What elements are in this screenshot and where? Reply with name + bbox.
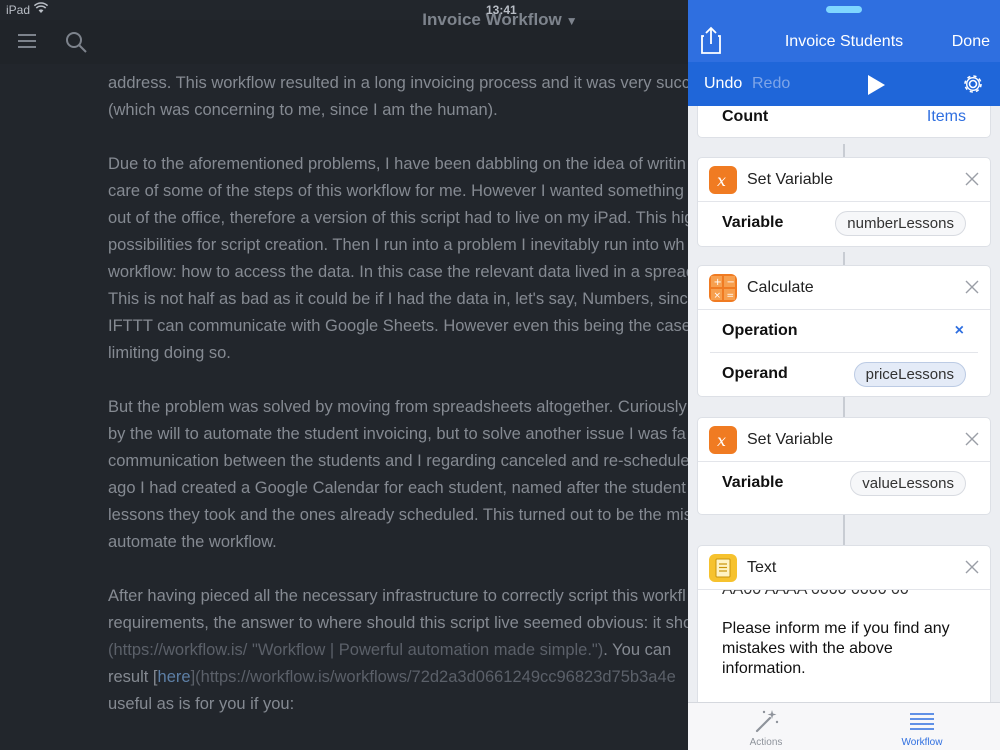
svg-text:+: + [714,277,722,288]
variable-icon: x [709,166,737,194]
action-title: Calculate [747,279,814,296]
svg-text:−: − [727,277,735,288]
text-action-card[interactable]: Text AA00 AAAA 0000 0000 00 Please infor… [698,546,990,702]
action-title: Set Variable [747,431,833,448]
count-type-selector[interactable]: Items [927,108,966,126]
clock: 13:41 [486,3,517,17]
action-title: Set Variable [747,171,833,188]
play-icon[interactable] [866,74,886,96]
set-variable-action-card[interactable]: x Set Variable Variable valueLessons [698,418,990,514]
here-link[interactable]: here [158,668,191,686]
undo-button[interactable]: Undo [704,75,742,93]
svg-text:=: = [727,291,735,301]
paragraph-1: address. This workflow resulted in a lon… [108,74,688,119]
count-action-card[interactable]: Count Items [698,106,990,137]
tab-actions-label: Actions [749,737,783,748]
connector [843,396,845,418]
set-variable-action-card[interactable]: x Set Variable Variable numberLessons [698,158,990,246]
tab-actions[interactable]: Actions [688,703,844,750]
search-icon[interactable] [64,30,88,54]
redo-button[interactable]: Redo [752,75,790,93]
markdown-link-url: (https://workflow.is/ "Workflow | Powerf… [108,641,604,659]
text-editor-field[interactable]: AA00 AAAA 0000 0000 00 Please inform me … [710,590,978,700]
paragraph-3: But the problem was solved by moving fro… [108,398,688,551]
close-icon[interactable] [964,559,980,575]
editor-pane: address. This workflow resulted in a lon… [0,0,688,750]
done-button[interactable]: Done [952,33,990,51]
paragraph-4: After having pieced all the necessary in… [108,587,688,713]
text-message: Please inform me if you find any mistake… [722,620,950,677]
variable-name-token[interactable]: numberLessons [835,211,966,236]
workflow-controls: Undo Redo [688,62,1000,106]
tab-workflow[interactable]: Workflow [844,703,1000,750]
operand-label: Operand [722,365,788,382]
close-icon[interactable] [964,431,980,447]
variable-icon: x [709,426,737,454]
variable-name-token[interactable]: valueLessons [850,471,966,496]
hamburger-menu-icon[interactable] [18,34,36,48]
document-body[interactable]: address. This workflow resulted in a lon… [108,70,688,745]
connector [843,252,845,266]
tab-bar: Actions Workflow [688,702,1000,750]
text-document-icon [709,554,737,582]
list-icon [910,713,934,730]
variable-label: Variable [722,214,784,231]
close-icon[interactable] [964,279,980,295]
operation-label: Operation [722,322,798,339]
count-label: Count [722,108,769,125]
paragraph-2: Due to the aforementioned problems, I ha… [108,155,688,362]
operation-selector[interactable]: × [955,322,964,340]
close-icon[interactable] [964,171,980,187]
magic-wand-icon [755,710,779,733]
calculator-icon: + − × = [709,274,737,302]
variable-label: Variable [722,474,784,491]
operand-token[interactable]: priceLessons [853,362,966,387]
connector [843,514,845,546]
workflow-canvas[interactable]: Count Items x Set Variable Variable numb… [688,106,1000,702]
workflow-panel: Invoice Students Done Undo Redo Count It… [688,0,1000,750]
wifi-icon [34,2,48,13]
device-label: iPad [6,3,31,17]
svg-text:x: x [717,171,726,190]
action-title: Text [747,559,777,576]
text-clipped-line: AA00 AAAA 0000 0000 00 [722,590,909,600]
calculate-action-card[interactable]: + − × = Calculate Operation × Operand pr… [698,266,990,396]
status-bar: iPad 13:41 [0,0,1000,20]
gear-icon[interactable] [962,73,984,95]
svg-text:x: x [717,431,726,450]
tab-workflow-label: Workflow [901,737,943,748]
svg-text:×: × [714,291,722,301]
